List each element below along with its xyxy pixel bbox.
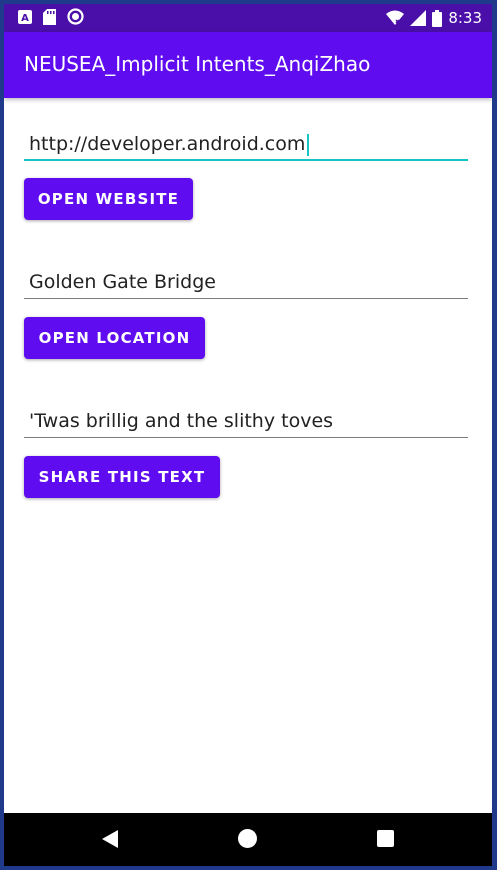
a-notification-icon: A (18, 9, 32, 24)
location-input[interactable]: Golden Gate Bridge (24, 266, 468, 299)
recents-icon[interactable] (377, 830, 394, 847)
svg-text:A: A (21, 13, 29, 24)
status-time: 8:33 (448, 9, 482, 27)
device-screen: A 8:33 NEUSEA_Implicit Intents_AnqiZhao … (4, 4, 492, 866)
open-website-button[interactable]: OPEN WEBSITE (24, 178, 193, 220)
app-title: NEUSEA_Implicit Intents_AnqiZhao (24, 52, 371, 76)
signal-icon (410, 10, 427, 26)
app-bar: NEUSEA_Implicit Intents_AnqiZhao (4, 32, 492, 98)
status-right-icons: 8:33 (386, 8, 482, 28)
open-location-button[interactable]: OPEN LOCATION (24, 317, 205, 359)
back-icon[interactable] (102, 830, 118, 848)
sd-card-icon (43, 8, 56, 25)
sync-icon (67, 8, 84, 25)
navigation-bar (4, 813, 492, 866)
status-left-icons: A (18, 8, 84, 25)
share-text-input[interactable]: 'Twas brillig and the slithy toves (24, 405, 468, 438)
website-input[interactable]: http://developer.android.com (24, 128, 468, 161)
wifi-icon (386, 10, 405, 25)
website-input-value: http://developer.android.com (29, 133, 306, 155)
status-bar: A 8:33 (4, 4, 492, 32)
share-text-button[interactable]: SHARE THIS TEXT (24, 456, 220, 498)
text-caret (307, 133, 310, 156)
battery-icon (432, 9, 443, 27)
home-icon[interactable] (238, 829, 257, 848)
